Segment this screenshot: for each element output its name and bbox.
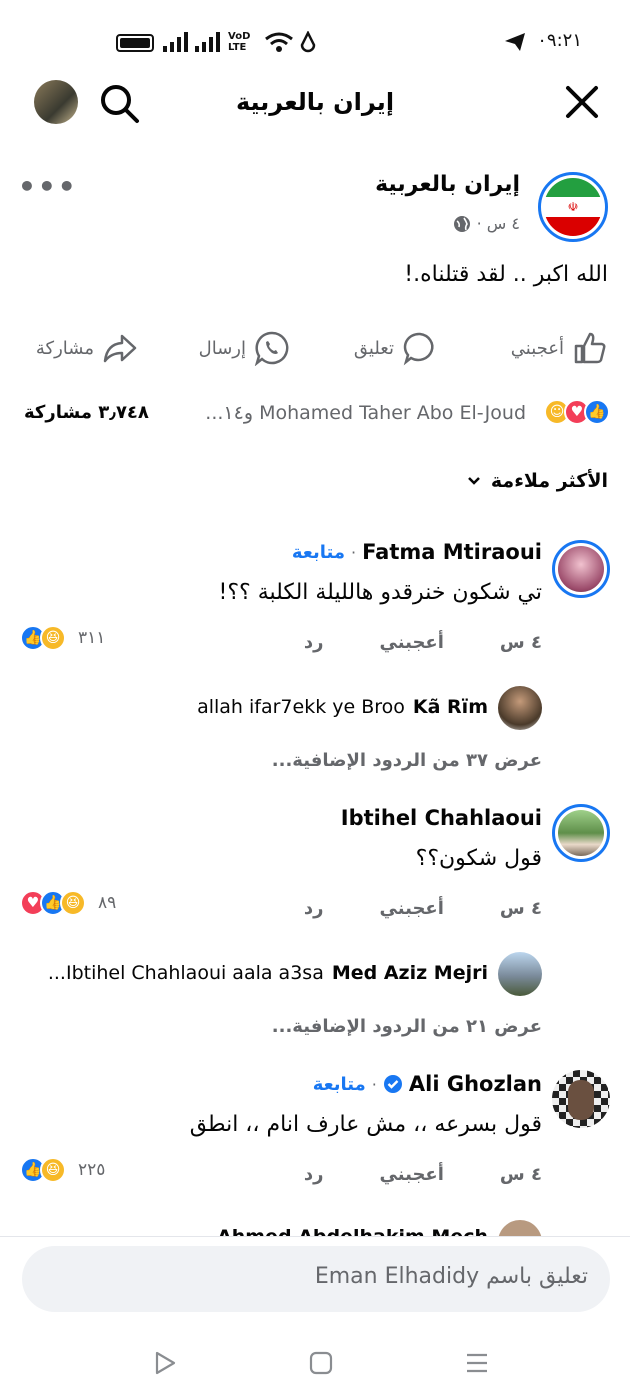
- send-label: إرسال: [198, 337, 246, 359]
- reply-text: Ibtihel Chahlaoui aala a3sa...: [47, 962, 324, 984]
- chevron-down-icon: [468, 477, 480, 485]
- comment-input[interactable]: تعليق باسم Eman Elhadidy: [22, 1246, 610, 1312]
- more-options-icon[interactable]: •••: [18, 170, 78, 203]
- comment-meta: ٤ س أعجبني رد: [304, 1164, 542, 1185]
- commenter-avatar[interactable]: [552, 540, 610, 598]
- dot-separator: ·: [350, 542, 357, 562]
- post-text: الله اكبر .. لقد قتلناه.!: [404, 262, 608, 287]
- share-button[interactable]: مشاركة: [36, 330, 138, 366]
- post-page-name[interactable]: إيران بالعربية: [375, 172, 520, 197]
- comment-reactions[interactable]: 👍 😆 ٣١١: [20, 625, 105, 651]
- comment-time: ٤ س: [499, 1164, 542, 1185]
- reply-avatar[interactable]: [498, 952, 542, 996]
- reply-preview[interactable]: Med Aziz Mejri Ibtihel Chahlaoui aala a3…: [48, 962, 488, 984]
- like-reaction-icon: 👍: [584, 399, 610, 425]
- comment-like-link[interactable]: أعجبني: [380, 632, 444, 653]
- haha-reaction-icon: 😆: [60, 890, 86, 916]
- comment-reactions[interactable]: 👍 😆 ٢٢٥: [20, 1157, 105, 1183]
- iran-flag-icon: ☫: [544, 178, 602, 236]
- commenter-name[interactable]: Ali Ghozlan: [409, 1072, 542, 1096]
- commenter-avatar[interactable]: [552, 1070, 610, 1128]
- comment-label: تعليق: [353, 337, 394, 359]
- signal-icon: [163, 32, 188, 52]
- post-meta: ٤ س ·: [453, 214, 520, 233]
- comment-reply-link[interactable]: رد: [304, 1164, 324, 1185]
- reply-avatar: [498, 1220, 542, 1236]
- comment-meta: ٤ س أعجبني رد: [304, 632, 542, 653]
- shares-count[interactable]: ٣٫٧٤٨ مشاركة: [24, 402, 149, 423]
- share-icon: [103, 334, 137, 363]
- more-replies-link[interactable]: عرض ٣٧ من الردود الإضافية...: [272, 750, 542, 771]
- data-saver-icon: [300, 31, 316, 53]
- comment-like-link[interactable]: أعجبني: [380, 898, 444, 919]
- comment-reply-link[interactable]: رد: [304, 898, 324, 919]
- whatsapp-icon: [254, 331, 289, 366]
- like-label: أعجبني: [510, 337, 564, 359]
- close-icon[interactable]: [564, 84, 600, 120]
- system-nav-bar: [0, 1330, 630, 1400]
- comment-header: Ali Ghozlan · متابعة: [313, 1072, 542, 1096]
- globe-icon: [453, 215, 470, 232]
- sort-label: الأكثر ملاءمة: [490, 470, 608, 492]
- comment-reply-link[interactable]: رد: [304, 632, 324, 653]
- reply-author: Med Aziz Mejri: [331, 962, 488, 984]
- back-nav-icon[interactable]: [152, 1350, 178, 1376]
- comment-header: Fatma Mtiraoui · متابعة: [292, 540, 542, 564]
- sort-dropdown[interactable]: الأكثر ملاءمة: [467, 470, 608, 492]
- recents-nav-icon[interactable]: [464, 1350, 490, 1376]
- wifi-icon: [265, 32, 293, 52]
- comment-text: قول بسرعه ،، مش عارف انام ،، انطق: [189, 1112, 542, 1137]
- battery-icon: [116, 34, 154, 52]
- comment-reactions[interactable]: ♥ 👍 😆 ٨٩: [20, 890, 116, 916]
- reply-text: allah ifar7ekk ye Broo: [197, 696, 405, 718]
- reaction-count: ٨٩: [98, 893, 117, 913]
- dot-separator: ·: [371, 1074, 377, 1094]
- reaction-icons[interactable]: 👍 ♥ ☺: [544, 399, 610, 425]
- haha-reaction-icon: 😆: [40, 1157, 66, 1183]
- follow-link[interactable]: متابعة: [292, 542, 345, 563]
- status-time: ٠٩:٢١: [537, 30, 582, 51]
- reply-author: Kã Rïm: [412, 696, 488, 718]
- send-button[interactable]: إرسال: [199, 330, 290, 366]
- commenter-avatar[interactable]: [552, 804, 610, 862]
- status-bar: VoD LTE ٠٩:٢١: [0, 0, 630, 80]
- reaction-count: ٣١١: [78, 628, 106, 648]
- comment-icon: [403, 332, 434, 366]
- reply-preview[interactable]: Kã Rïm allah ifar7ekk ye Broo: [197, 696, 488, 718]
- signal-icon-2: [195, 32, 220, 52]
- comment-like-link[interactable]: أعجبني: [380, 1164, 444, 1185]
- comment-time: ٤ س: [499, 898, 542, 919]
- like-button[interactable]: أعجبني: [511, 330, 608, 366]
- comment-input-placeholder: تعليق باسم Eman Elhadidy: [314, 1264, 588, 1289]
- commenter-name[interactable]: Fatma Mtiraoui: [362, 540, 542, 564]
- follow-link[interactable]: متابعة: [313, 1074, 366, 1095]
- post-time: ٤ س ·: [476, 214, 520, 233]
- partial-reply-author: Ahmed Abdelhakim Mech: [217, 1226, 488, 1236]
- comment-time: ٤ س: [499, 632, 542, 653]
- reply-avatar[interactable]: [498, 686, 542, 730]
- page-avatar[interactable]: ☫: [538, 172, 608, 242]
- home-nav-icon[interactable]: [308, 1350, 334, 1376]
- thumbs-up-icon: [574, 332, 606, 364]
- share-label: مشاركة: [35, 337, 94, 359]
- commenter-name[interactable]: Ibtihel Chahlaoui: [341, 806, 542, 830]
- more-replies-link[interactable]: عرض ٢١ من الردود الإضافية...: [272, 1016, 542, 1037]
- comment-text: قول شكون؟؟: [415, 846, 542, 871]
- composer-divider: [0, 1236, 630, 1237]
- comment-text: تي شكون خنرقدو هالليلة الكلبة ؟؟!: [218, 580, 542, 605]
- reactors-names[interactable]: Mohamed Taher Abo El-Joud و١٤...: [205, 402, 526, 424]
- reaction-count: ٢٢٥: [78, 1160, 106, 1180]
- comment-meta: ٤ س أعجبني رد: [304, 898, 542, 919]
- send-status-icon: [505, 33, 525, 51]
- page-title: إيران بالعربية: [235, 88, 395, 116]
- partial-next-row: Ahmed Abdelhakim Mech: [0, 1218, 630, 1236]
- verified-badge-icon: [383, 1075, 402, 1093]
- comment-button[interactable]: تعليق: [354, 330, 438, 366]
- haha-reaction-icon: 😆: [40, 625, 66, 651]
- volte-icon: VoD LTE: [228, 31, 251, 53]
- post-actions: أعجبني تعليق إرسال مشاركة: [22, 330, 608, 370]
